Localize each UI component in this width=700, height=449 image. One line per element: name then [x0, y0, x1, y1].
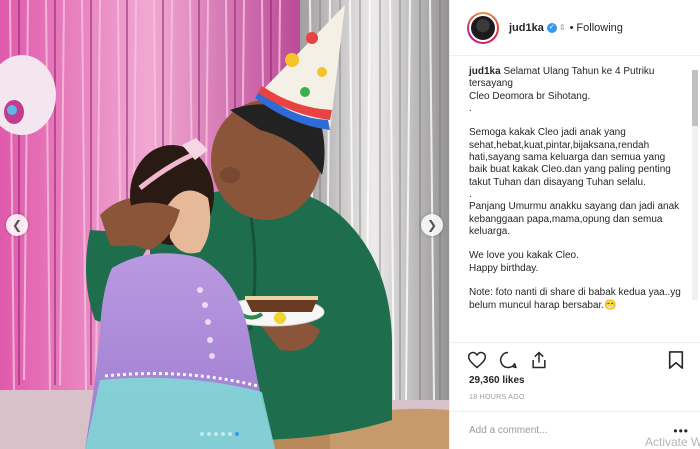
- next-photo-button[interactable]: ❯: [421, 214, 443, 236]
- heart-icon[interactable]: [467, 350, 487, 370]
- caption-body: Selamat Ulang Tahun ke 4 Putriku tersaya…: [469, 66, 681, 311]
- verified-badge-icon: ✓: [546, 22, 557, 33]
- chevron-updown-icon[interactable]: ⇕: [559, 23, 566, 32]
- post-photo[interactable]: ❮ ❯: [0, 0, 449, 449]
- comment-icon[interactable]: [498, 350, 518, 370]
- previous-photo-button[interactable]: ❮: [6, 214, 28, 236]
- chevron-left-icon: ❮: [11, 218, 23, 232]
- carousel-dot: [207, 432, 211, 436]
- caption-text: jud1ka Selamat Ulang Tahun ke 4 Putriku …: [469, 66, 685, 312]
- following-button[interactable]: Following: [576, 22, 622, 34]
- header-separator: •: [569, 21, 574, 34]
- avatar[interactable]: [467, 11, 499, 44]
- post-timestamp[interactable]: 18 HOURS AGO: [469, 394, 525, 401]
- carousel-dot: [228, 432, 232, 436]
- carousel-dot: [200, 432, 204, 436]
- carousel-dot: [214, 432, 218, 436]
- share-icon[interactable]: [529, 350, 549, 370]
- caption-author-link[interactable]: jud1ka: [469, 66, 501, 77]
- scrollbar-thumb[interactable]: [692, 70, 698, 126]
- caption-area[interactable]: jud1ka Selamat Ulang Tahun ke 4 Putriku …: [450, 57, 700, 342]
- likes-count[interactable]: 29,360 likes: [469, 375, 525, 386]
- username-link[interactable]: jud1ka: [509, 22, 544, 34]
- post-header: jud1ka ✓ ⇕ • Following: [450, 0, 700, 56]
- chevron-right-icon: ❯: [426, 218, 438, 232]
- photo-illustration: [0, 0, 449, 449]
- bookmark-icon[interactable]: [667, 350, 685, 370]
- carousel-dot: [235, 432, 239, 436]
- action-bar: [450, 342, 700, 376]
- activation-watermark: Activate W: [645, 435, 700, 449]
- comment-input[interactable]: [469, 425, 639, 436]
- carousel-dot: [221, 432, 225, 436]
- carousel-indicator: [200, 432, 239, 436]
- post-details-panel: jud1ka ✓ ⇕ • Following jud1ka Selamat Ul…: [449, 0, 700, 449]
- caption-scrollbar[interactable]: [692, 70, 698, 300]
